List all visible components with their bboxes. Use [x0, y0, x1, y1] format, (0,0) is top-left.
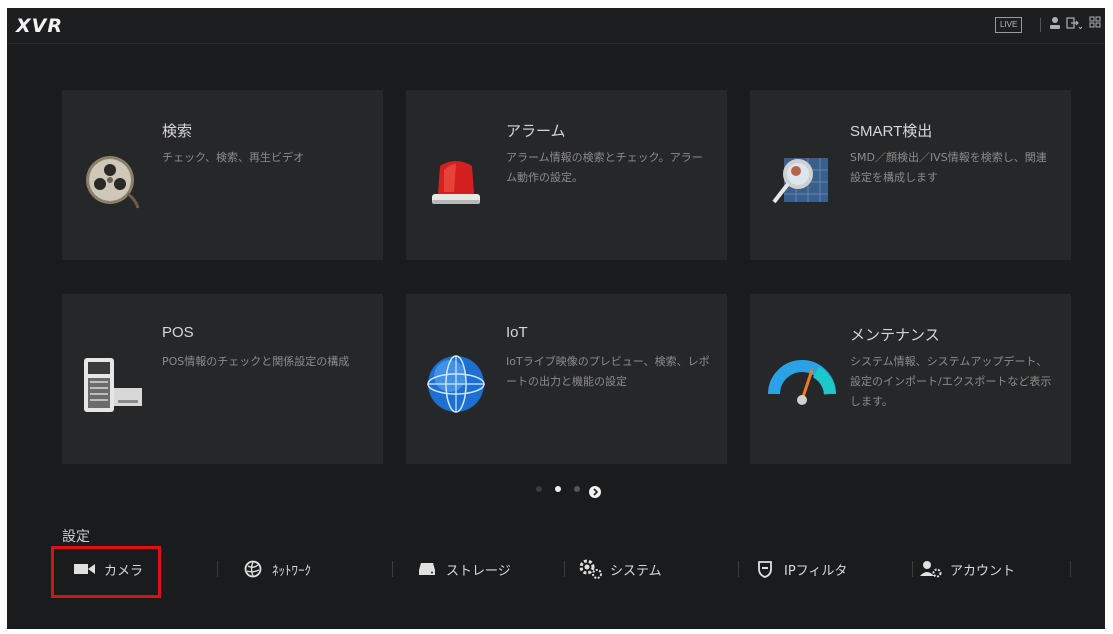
- pos-terminal-icon: [76, 346, 148, 418]
- storage-icon: [414, 559, 440, 579]
- gauge-icon: [764, 350, 836, 422]
- divider: [392, 561, 393, 577]
- xvr-main-menu: XVR LIVE 検索 チェック、検索、再生ビデオ アラーム アラーム情報の検索…: [7, 8, 1105, 629]
- network-icon: [240, 559, 266, 579]
- live-button[interactable]: LIVE: [995, 17, 1023, 33]
- settings-item-storage[interactable]: ストレージ: [414, 549, 511, 589]
- card-title: IoT: [506, 324, 528, 341]
- next-page-icon[interactable]: [589, 483, 601, 502]
- divider: [217, 561, 218, 577]
- card-pos[interactable]: POS POS情報のチェックと関係設定の構成: [62, 294, 383, 464]
- card-iot[interactable]: IoT IoTライブ映像のプレビュー、検索、レポートの出力と機能の設定: [406, 294, 727, 464]
- page-dot[interactable]: [574, 486, 580, 492]
- divider: [912, 561, 913, 577]
- divider: [564, 561, 565, 577]
- card-title: 検索: [162, 123, 193, 140]
- magnifier-icon: [764, 140, 836, 212]
- card-description: SMD／顔検出／IVS情報を検索し、関連設定を構成します: [850, 151, 1047, 184]
- divider: [738, 561, 739, 577]
- card-description: POS情報のチェックと関係設定の構成: [162, 355, 350, 368]
- settings-item-network[interactable]: ﾈｯﾄﾜｰｸ: [240, 549, 311, 589]
- gears-icon: [578, 559, 604, 579]
- settings-item-label: システム: [610, 563, 662, 579]
- card-description: IoTライブ映像のプレビュー、検索、レポートの出力と機能の設定: [506, 355, 710, 388]
- top-bar: XVR LIVE: [7, 8, 1105, 44]
- divider: [1040, 18, 1041, 32]
- globe-icon: [420, 350, 492, 422]
- card-alarm[interactable]: アラーム アラーム情報の検索とチェック。アラーム動作の設定。: [406, 90, 727, 260]
- alarm-light-icon: [420, 146, 492, 218]
- card-title: POS: [162, 324, 194, 341]
- account-icon: [918, 559, 944, 579]
- settings-item-label: ストレージ: [446, 563, 511, 579]
- film-reel-icon: [76, 146, 148, 218]
- page-indicator: [535, 483, 615, 498]
- settings-title: 設定: [62, 529, 90, 545]
- app-logo: XVR: [16, 15, 63, 37]
- page-dot[interactable]: [536, 486, 542, 492]
- card-maintenance[interactable]: メンテナンス システム情報、システムアップデート、設定のインポート/エクスポート…: [750, 294, 1071, 464]
- settings-item-account[interactable]: アカウント: [918, 549, 1015, 589]
- settings-bar: カメラ ﾈｯﾄﾜｰｸ ストレージ システム IPフィルタ アカウント: [62, 549, 1072, 589]
- card-title: アラーム: [506, 123, 566, 140]
- card-smart-detection[interactable]: SMART検出 SMD／顔検出／IVS情報を検索し、関連設定を構成します: [750, 90, 1071, 260]
- divider: [1070, 561, 1071, 577]
- card-description: アラーム情報の検索とチェック。アラーム動作の設定。: [506, 151, 703, 184]
- settings-item-label: IPフィルタ: [784, 563, 848, 579]
- settings-item-label: アカウント: [950, 563, 1016, 579]
- page-dot-active[interactable]: [555, 486, 561, 492]
- card-title: SMART検出: [850, 123, 933, 140]
- settings-item-label: ﾈｯﾄﾜｰｸ: [272, 563, 311, 579]
- user-icon[interactable]: [1049, 16, 1061, 35]
- card-description: チェック、検索、再生ビデオ: [162, 151, 305, 164]
- shield-icon: [752, 559, 778, 579]
- settings-item-ip-filter[interactable]: IPフィルタ: [752, 549, 847, 589]
- card-description: システム情報、システムアップデート、設定のインポート/エクスポートなど表示します…: [850, 355, 1052, 408]
- card-search[interactable]: 検索 チェック、検索、再生ビデオ: [62, 90, 383, 260]
- grid-icon[interactable]: [1089, 16, 1101, 33]
- camera-highlight-box: [51, 546, 161, 598]
- settings-item-system[interactable]: システム: [578, 549, 662, 589]
- card-title: メンテナンス: [850, 327, 940, 344]
- logout-icon[interactable]: [1066, 16, 1083, 35]
